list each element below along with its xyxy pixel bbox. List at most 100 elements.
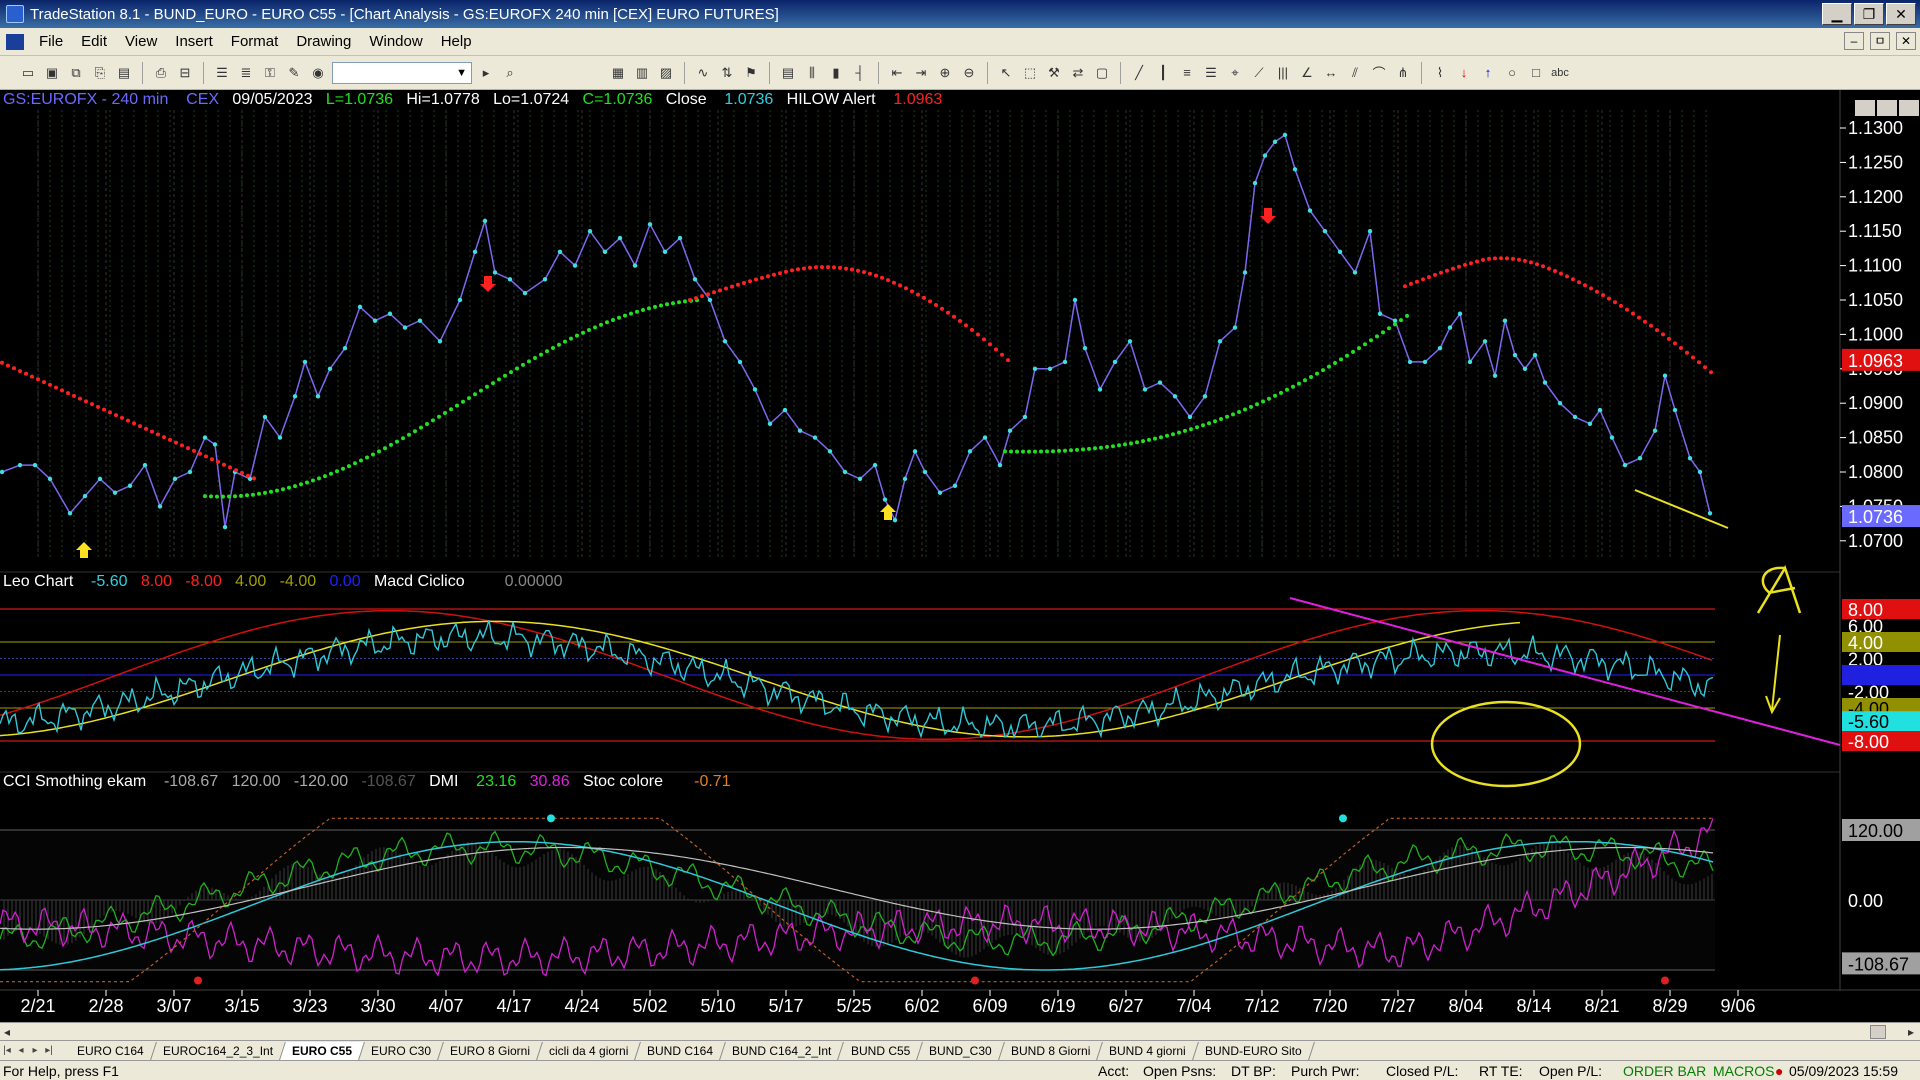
chart-window-icon[interactable]: ▦: [608, 63, 628, 83]
hammer-icon[interactable]: ⚒: [1044, 63, 1064, 83]
globe-icon[interactable]: ◉: [308, 63, 328, 83]
zoom-in-icon[interactable]: ⊕: [935, 63, 955, 83]
tab-bund-8-giorni[interactable]: BUND 8 Giorni: [998, 1041, 1104, 1060]
arc-icon[interactable]: ⌒: [1369, 63, 1389, 83]
tab-bund-c55[interactable]: BUND C55: [838, 1041, 923, 1060]
layout-icon[interactable]: ☰: [212, 63, 232, 83]
symbol-combo[interactable]: ▼: [332, 61, 472, 84]
print-icon[interactable]: ⎙: [151, 63, 171, 83]
scroll-left-arrow-icon[interactable]: ◂: [4, 1025, 10, 1039]
buy-icon[interactable]: ⬚: [1020, 63, 1040, 83]
price-dot: [587, 229, 593, 234]
tab-bund-c164[interactable]: BUND C164: [635, 1041, 727, 1060]
freehand-icon[interactable]: ⌇: [1430, 63, 1450, 83]
chevron-down-icon[interactable]: ▼: [456, 67, 467, 79]
save-icon[interactable]: ▤: [114, 63, 134, 83]
play-icon[interactable]: ▸: [476, 63, 496, 83]
channel-icon[interactable]: ⫽: [1345, 63, 1365, 83]
chart-analysis-window[interactable]: 1.1300 1.1250 1.1200 1.1150 1.1100 1.1050 1.10…: [0, 90, 1920, 1022]
tab-next-icon[interactable]: ▸: [28, 1045, 42, 1056]
tab-euro-8-giorni[interactable]: EURO 8 Giorni: [437, 1041, 543, 1060]
menu-drawing[interactable]: Drawing: [287, 33, 360, 50]
layout2-icon[interactable]: ≣: [236, 63, 256, 83]
alert-icon[interactable]: ⚑: [741, 63, 761, 83]
menu-view[interactable]: View: [116, 33, 166, 50]
text-icon[interactable]: abc: [1550, 63, 1570, 83]
tab-first-icon[interactable]: |◂: [0, 1045, 14, 1056]
open-icon[interactable]: ▣: [42, 63, 62, 83]
lock-icon[interactable]: ⚿: [260, 63, 280, 83]
matrix-icon[interactable]: ▨: [656, 63, 676, 83]
tab-last-icon[interactable]: ▸|: [42, 1045, 56, 1056]
mdi-restore-button[interactable]: ㅁ: [1870, 32, 1890, 50]
cycle-icon[interactable]: |||: [1273, 63, 1293, 83]
mdi-close-button[interactable]: ✕: [1896, 32, 1916, 50]
green-wave-2-dot: [1069, 448, 1073, 453]
green-wave-1-dot: [491, 381, 495, 386]
tab-cicli-da-4-giorni[interactable]: cicli da 4 giorni: [536, 1041, 642, 1060]
tools-icon[interactable]: ✎: [284, 63, 304, 83]
format-icon[interactable]: ▤: [778, 63, 798, 83]
red-wave-1-dot: [132, 421, 136, 426]
tab-euro-c55[interactable]: EURO C55: [279, 1041, 365, 1060]
regression-icon[interactable]: ⟋: [1249, 63, 1269, 83]
status-macros[interactable]: MACROS: [1713, 1063, 1775, 1079]
tab-bund-c30[interactable]: BUND_C30: [917, 1041, 1005, 1060]
ellipse-icon[interactable]: ○: [1502, 63, 1522, 83]
strategy-icon[interactable]: ⇅: [717, 63, 737, 83]
chart-canvas[interactable]: 1.1300 1.1250 1.1200 1.1150 1.1100 1.1050 1.10…: [0, 90, 1920, 1022]
arrow-double-icon[interactable]: ↔: [1321, 63, 1341, 83]
tab-euro-c30[interactable]: EURO C30: [358, 1041, 444, 1060]
horizontal-lines-icon[interactable]: ≡: [1177, 63, 1197, 83]
copy-icon[interactable]: ⧉: [66, 63, 86, 83]
paste-icon[interactable]: ⎘: [90, 63, 110, 83]
menu-format[interactable]: Format: [222, 33, 288, 50]
menu-help[interactable]: Help: [432, 33, 481, 50]
tradestation-app-icon[interactable]: [6, 5, 24, 23]
close-button[interactable]: ✕: [1886, 3, 1916, 25]
gann-icon[interactable]: ⌖: [1225, 63, 1245, 83]
scroll-right-arrow-icon[interactable]: ▸: [1908, 1025, 1914, 1039]
radar-icon[interactable]: ▥: [632, 63, 652, 83]
status-order-bar[interactable]: ORDER BAR: [1623, 1063, 1713, 1079]
pitchfork-icon[interactable]: ⋔: [1393, 63, 1413, 83]
fib-icon[interactable]: ☰: [1201, 63, 1221, 83]
arrow-down-icon[interactable]: ↓: [1454, 63, 1474, 83]
export-icon[interactable]: ⇄: [1068, 63, 1088, 83]
mdi-minimize-button[interactable]: –: [1844, 32, 1864, 50]
vertical-lines-icon[interactable]: ┃: [1153, 63, 1173, 83]
scroll-left-icon[interactable]: ⇤: [887, 63, 907, 83]
new-icon[interactable]: ▭: [18, 63, 38, 83]
bar-icon[interactable]: ⫼: [802, 63, 822, 83]
maximize-button[interactable]: ❐: [1854, 3, 1884, 25]
menu-edit[interactable]: Edit: [72, 33, 116, 50]
find-icon[interactable]: ⌕: [500, 63, 520, 83]
angle-icon[interactable]: ∠: [1297, 63, 1317, 83]
minimize-button[interactable]: ▁: [1822, 3, 1852, 25]
document-icon[interactable]: [6, 33, 24, 50]
gray-box-icon[interactable]: ▢: [1092, 63, 1112, 83]
tab-prev-icon[interactable]: ◂: [14, 1045, 28, 1056]
print-preview-icon[interactable]: ⊟: [175, 63, 195, 83]
green-wave-2-dot: [1339, 357, 1343, 362]
tab-euroc164-2-3-int[interactable]: EUROC164_2_3_Int: [150, 1041, 286, 1060]
zoom-out-icon[interactable]: ⊖: [959, 63, 979, 83]
candle-icon[interactable]: ▮: [826, 63, 846, 83]
arrow-up-icon[interactable]: ↑: [1478, 63, 1498, 83]
tab-bund-c164-2-int[interactable]: BUND C164_2_Int: [720, 1041, 845, 1060]
indicator-icon[interactable]: ∿: [693, 63, 713, 83]
scroll-thumb[interactable]: [1870, 1025, 1886, 1039]
pointer-icon[interactable]: ↖: [996, 63, 1016, 83]
menu-insert[interactable]: Insert: [166, 33, 222, 50]
price-dot: [632, 263, 638, 268]
trendline-icon[interactable]: ╱: [1129, 63, 1149, 83]
ohlc-icon[interactable]: ┤: [850, 63, 870, 83]
tab-bund-4-giorni[interactable]: BUND 4 giorni: [1097, 1041, 1199, 1060]
tab-bund-euro-sito[interactable]: BUND-EURO Sito: [1192, 1041, 1315, 1060]
menu-file[interactable]: File: [30, 33, 72, 50]
horizontal-scrollbar[interactable]: ◂ ▸: [0, 1022, 1920, 1040]
rectangle-icon[interactable]: □: [1526, 63, 1546, 83]
tab-euro-c164[interactable]: EURO C164: [65, 1041, 157, 1060]
scroll-right-icon[interactable]: ⇥: [911, 63, 931, 83]
menu-window[interactable]: Window: [360, 33, 431, 50]
